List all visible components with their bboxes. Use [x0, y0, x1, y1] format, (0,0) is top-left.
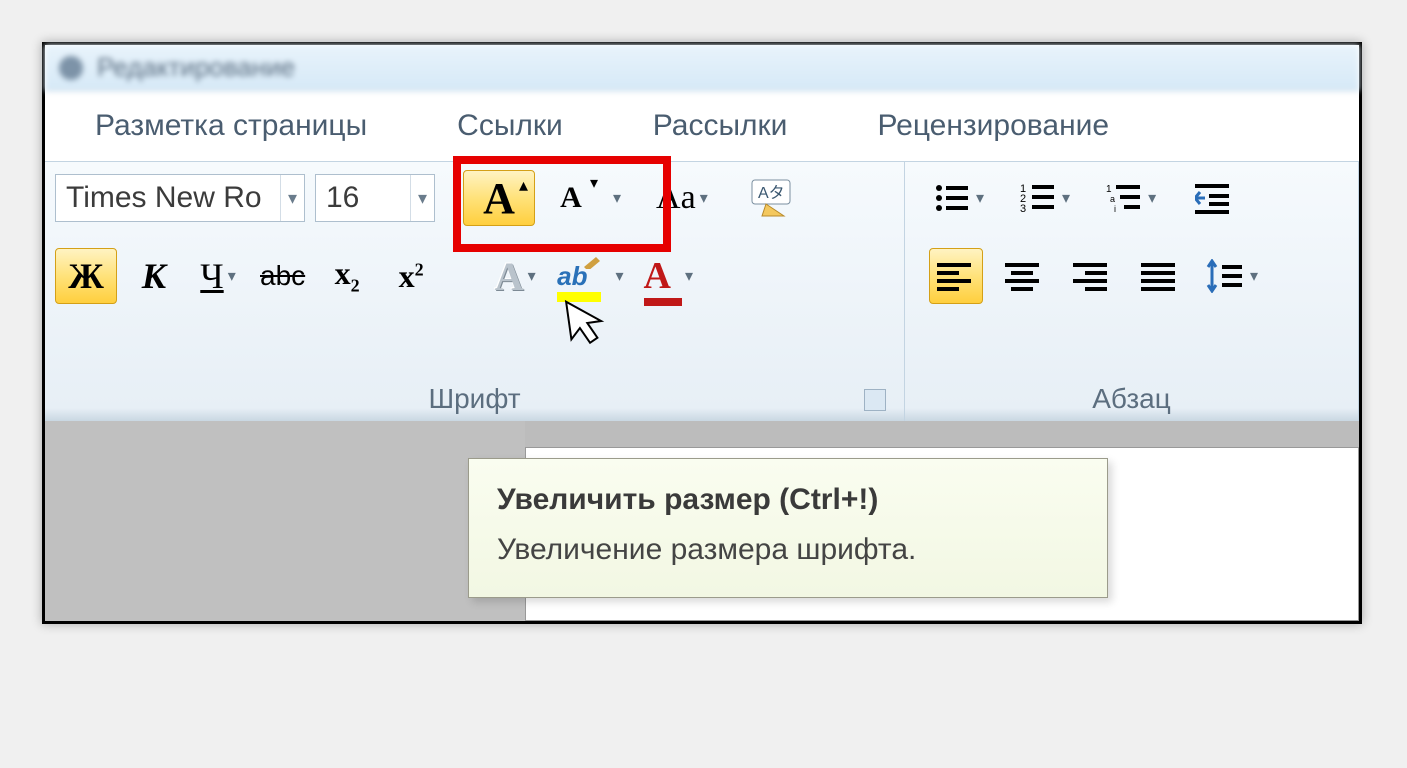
chevron-down-icon[interactable]: ▾	[280, 175, 304, 221]
chevron-down-icon: ▾	[228, 266, 236, 286]
line-spacing-icon	[1206, 259, 1246, 293]
strikethrough-button[interactable]: abc	[255, 248, 310, 304]
tooltip: Увеличить размер (Ctrl+!) Увеличение раз…	[468, 458, 1108, 598]
numbering-icon: 123	[1020, 182, 1058, 214]
multilevel-icon: 1ai	[1106, 182, 1144, 214]
outdent-icon	[1195, 182, 1233, 214]
chevron-down-icon[interactable]: ▾	[613, 188, 621, 208]
align-center-button[interactable]	[997, 248, 1051, 304]
down-arrow-icon: ▾	[590, 173, 598, 193]
tab-references[interactable]: Ссылки	[457, 109, 563, 143]
title-text: Редактирование	[97, 52, 295, 83]
chevron-down-icon: ▾	[1062, 188, 1070, 208]
superscript-icon: x2	[399, 258, 424, 295]
underline-icon: Ч	[200, 255, 223, 297]
chevron-down-icon: ▾	[1250, 266, 1258, 286]
highlight-icon: ab	[557, 261, 587, 292]
ribbon: Times New Ro ▾ 16 ▾ A ▴	[45, 161, 1359, 421]
para-row-2: ▾	[915, 248, 1348, 304]
group-paragraph: ▾ 123 ▾ 1ai ▾	[905, 162, 1359, 421]
chevron-down-icon: ▾	[685, 266, 693, 286]
titlebar: Редактирование	[45, 45, 1359, 91]
align-left-icon	[937, 261, 975, 291]
align-right-button[interactable]	[1065, 248, 1119, 304]
subscript-button[interactable]: x2	[320, 248, 374, 304]
font-size-value: 16	[326, 181, 410, 215]
chevron-down-icon: ▾	[528, 266, 536, 286]
line-spacing-button[interactable]: ▾	[1201, 248, 1263, 304]
group-label-paragraph: Абзац	[915, 377, 1348, 417]
bold-icon: Ж	[68, 255, 104, 297]
group-font: Times New Ro ▾ 16 ▾ A ▴	[45, 162, 905, 421]
shrink-font-icon: A	[560, 181, 582, 215]
svg-text:a: a	[1110, 194, 1115, 204]
font-size-combo[interactable]: 16 ▾	[315, 174, 435, 222]
group-label-font: Шрифт	[55, 377, 894, 417]
decrease-indent-button[interactable]	[1187, 170, 1241, 226]
numbering-button[interactable]: 123 ▾	[1015, 170, 1075, 226]
tab-page-layout[interactable]: Разметка страницы	[95, 109, 367, 143]
clear-format-icon: Aタ	[748, 178, 796, 218]
underline-button[interactable]: Ч ▾	[191, 248, 245, 304]
italic-button[interactable]: К	[127, 248, 181, 304]
change-case-button[interactable]: Aa ▾	[651, 170, 713, 226]
align-left-button[interactable]	[929, 248, 983, 304]
change-case-icon: Aa	[656, 179, 696, 217]
superscript-button[interactable]: x2	[384, 248, 438, 304]
chevron-down-icon[interactable]: ▾	[410, 175, 434, 221]
font-row-2: Ж К Ч ▾ abc x2	[55, 248, 894, 304]
tooltip-title: Увеличить размер (Ctrl+!)	[497, 483, 1079, 517]
justify-icon	[1141, 261, 1179, 291]
chevron-down-icon: ▾	[1148, 188, 1156, 208]
chevron-down-icon: ▾	[616, 266, 624, 286]
bold-button[interactable]: Ж	[55, 248, 117, 304]
cursor-icon	[562, 292, 613, 350]
up-arrow-icon: ▴	[519, 175, 528, 196]
tooltip-body: Увеличение размера шрифта.	[497, 533, 1079, 567]
app-icon	[59, 56, 83, 80]
font-color-button[interactable]: A ▾	[639, 248, 698, 304]
bullets-button[interactable]: ▾	[929, 170, 989, 226]
chevron-down-icon: ▾	[700, 188, 708, 208]
font-row-1: Times New Ro ▾ 16 ▾ A ▴	[55, 170, 894, 226]
shrink-font-button[interactable]: A ▾	[535, 170, 607, 226]
multilevel-list-button[interactable]: 1ai ▾	[1101, 170, 1161, 226]
ribbon-tabs: Разметка страницы Ссылки Рассылки Реценз…	[45, 91, 1359, 161]
strike-icon: abc	[260, 260, 305, 292]
svg-text:i: i	[1114, 204, 1116, 214]
text-effects-icon: A	[495, 253, 524, 300]
grow-font-icon: A	[483, 173, 515, 224]
tab-review[interactable]: Рецензирование	[877, 109, 1109, 143]
svg-text:3: 3	[1020, 203, 1026, 214]
align-center-icon	[1005, 261, 1043, 291]
font-name-combo[interactable]: Times New Ro ▾	[55, 174, 305, 222]
para-row-1: ▾ 123 ▾ 1ai ▾	[915, 170, 1348, 226]
font-color-icon: A	[644, 254, 671, 298]
tab-mailings[interactable]: Рассылки	[653, 109, 788, 143]
svg-text:Aタ: Aタ	[758, 184, 785, 202]
doc-gutter	[45, 421, 525, 621]
dialog-launcher-icon[interactable]	[864, 389, 886, 411]
justify-button[interactable]	[1133, 248, 1187, 304]
text-effects-button[interactable]: A ▾	[488, 248, 542, 304]
font-name-value: Times New Ro	[66, 181, 280, 215]
bullets-icon	[934, 182, 972, 214]
align-right-icon	[1073, 261, 1111, 291]
chevron-down-icon: ▾	[976, 188, 984, 208]
italic-icon: К	[142, 255, 166, 297]
grow-font-button[interactable]: A ▴	[463, 170, 535, 226]
subscript-icon: x2	[335, 255, 360, 296]
clear-formatting-button[interactable]: Aタ	[743, 170, 801, 226]
